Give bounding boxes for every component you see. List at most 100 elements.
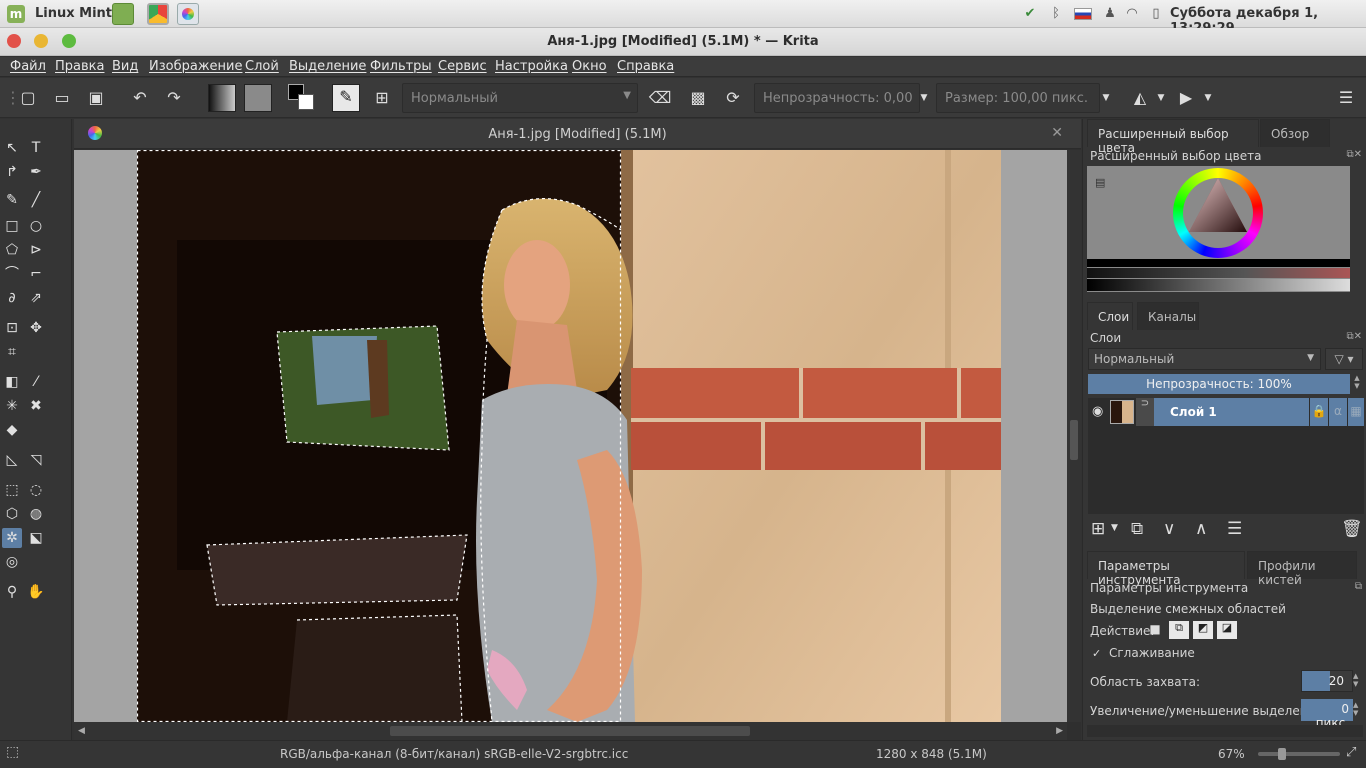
menu-image[interactable]: Изображение: [149, 59, 242, 74]
fuzziness-slider[interactable]: 20: [1301, 670, 1353, 692]
polyline-tool-icon[interactable]: ⊳: [26, 240, 46, 260]
freehand-select-tool-icon[interactable]: ◍: [26, 504, 46, 524]
contiguous-select-tool-icon[interactable]: ✲: [2, 528, 22, 548]
add-selection-icon[interactable]: ◩: [1193, 621, 1213, 639]
mirror-vertical-icon[interactable]: ▶: [1174, 86, 1198, 110]
grow-spin-icon[interactable]: ▲ ▼: [1353, 701, 1358, 717]
brush-presets-grid-icon[interactable]: ⊞: [370, 86, 394, 110]
opacity-field[interactable]: Непрозрачность: 0,00: [754, 83, 920, 113]
tab-overview[interactable]: Обзор: [1260, 119, 1330, 147]
horizontal-scroll-thumb[interactable]: [390, 726, 750, 736]
layer-opacity-slider[interactable]: Непрозрачность: 100%: [1088, 374, 1350, 394]
opacity-spin-icon[interactable]: ▲ ▼: [1351, 374, 1363, 394]
save-document-icon[interactable]: ▣: [84, 86, 108, 110]
mirror-h-dropdown-icon[interactable]: ▼: [1155, 86, 1167, 110]
menu-edit[interactable]: Правка: [55, 59, 104, 74]
image-size-info[interactable]: 1280 x 848 (5.1M): [876, 747, 987, 761]
add-layer-icon[interactable]: ⊞: [1091, 519, 1105, 539]
menu-file[interactable]: Файл: [10, 59, 46, 74]
menu-select[interactable]: Выделение: [289, 59, 366, 74]
document-tab[interactable]: Аня-1.jpg [Modified] (5.1M) ✕: [74, 119, 1081, 149]
antialias-checkbox[interactable]: ✓: [1092, 647, 1101, 660]
hue-ring[interactable]: [1173, 168, 1263, 258]
measure-tool-icon[interactable]: ◺: [2, 450, 22, 470]
bluetooth-icon[interactable]: ᛒ: [1048, 6, 1064, 22]
polygon-tool-icon[interactable]: ⬠: [2, 240, 22, 260]
layer-lock-icon[interactable]: 🔒: [1310, 398, 1328, 426]
zoom-slider-handle[interactable]: [1278, 748, 1286, 760]
mint-menu-icon[interactable]: m: [7, 5, 25, 23]
tool-options-float-icon[interactable]: ⧉: [1355, 581, 1362, 592]
select-shapes-tool-icon[interactable]: ↖: [2, 138, 22, 158]
fg-bg-color-icon[interactable]: [288, 84, 316, 112]
mint-menu-label[interactable]: Linux Mint: [35, 6, 112, 21]
pattern-picker-icon[interactable]: [244, 84, 272, 112]
color-picker-tool-icon[interactable]: ⁄: [26, 372, 46, 392]
move-layer-up-icon[interactable]: ∧: [1195, 519, 1207, 539]
tab-brush-profiles[interactable]: Профили кистей: [1247, 551, 1357, 587]
line-tool-icon[interactable]: ╱: [26, 190, 46, 210]
shield-icon[interactable]: ✔: [1022, 6, 1038, 22]
new-document-icon[interactable]: ▢: [16, 86, 40, 110]
pan-tool-icon[interactable]: ✋: [26, 582, 46, 602]
duplicate-layer-icon[interactable]: ⧉: [1131, 519, 1143, 539]
intersect-selection-icon[interactable]: ⧉: [1169, 621, 1189, 639]
selection-status-icon[interactable]: ⬚: [6, 744, 19, 760]
rectangle-tool-icon[interactable]: □: [2, 216, 22, 236]
layer-name[interactable]: Слой 1: [1154, 398, 1309, 426]
zoom-tool-icon[interactable]: ⚲: [2, 582, 22, 602]
tab-layers[interactable]: Слои: [1087, 302, 1133, 330]
calligraphy-tool-icon[interactable]: ✒: [26, 162, 46, 182]
zoom-slider[interactable]: [1258, 748, 1340, 760]
layer-blend-mode-select[interactable]: Нормальный ▼: [1088, 348, 1321, 370]
text-tool-icon[interactable]: T: [26, 138, 46, 158]
user-icon[interactable]: ♟: [1102, 6, 1118, 22]
reload-preset-icon[interactable]: ⟳: [721, 86, 745, 110]
inherit-alpha-icon[interactable]: ▦: [1348, 398, 1364, 426]
move-layer-down-icon[interactable]: ∨: [1163, 519, 1175, 539]
canvas-horizontal-scrollbar[interactable]: ◀ ▶: [74, 722, 1067, 740]
grow-field[interactable]: 0 пикс.: [1301, 699, 1353, 730]
tab-tool-options[interactable]: Параметры инструмента: [1087, 551, 1245, 587]
add-layer-dropdown-icon[interactable]: ▼: [1111, 523, 1118, 533]
bezier-tool-icon[interactable]: ⌒: [2, 264, 22, 284]
panel-float-close-icon[interactable]: ⧉✕: [1346, 149, 1362, 160]
replace-selection-icon[interactable]: ■: [1147, 622, 1163, 638]
menu-layer[interactable]: Слой: [245, 59, 279, 74]
menu-tools[interactable]: Сервис: [438, 59, 487, 74]
reference-tool-icon[interactable]: ◹: [26, 450, 46, 470]
multibrush-tool-icon[interactable]: ⇗: [26, 288, 46, 308]
visibility-eye-icon[interactable]: ◉: [1092, 404, 1103, 419]
fill-tool-icon[interactable]: ◆: [2, 420, 22, 440]
tab-channels[interactable]: Каналы: [1137, 302, 1199, 330]
power-icon[interactable]: ▯: [1148, 6, 1164, 22]
menu-window[interactable]: Окно: [572, 59, 607, 74]
scroll-right-icon[interactable]: ▶: [1056, 726, 1063, 736]
gradient-tool-icon[interactable]: ◧: [2, 372, 22, 392]
fuzziness-spin-icon[interactable]: ▲ ▼: [1353, 672, 1358, 688]
close-document-icon[interactable]: ✕: [1051, 125, 1063, 141]
tool-options-scrollbar[interactable]: [1087, 725, 1363, 737]
layer-row[interactable]: ◉ ⊃ Слой 1 🔒 α ▦: [1088, 398, 1364, 426]
zoom-level[interactable]: 67%: [1218, 747, 1245, 761]
show-desktop-icon[interactable]: [112, 3, 134, 25]
rotate-view-icon[interactable]: ⤢: [1346, 745, 1356, 760]
dynamic-brush-tool-icon[interactable]: ∂: [2, 288, 22, 308]
menu-settings[interactable]: Настройка: [495, 59, 568, 74]
brush-preset-icon[interactable]: ✎: [332, 84, 360, 112]
brush-tool-icon[interactable]: ✎: [2, 190, 22, 210]
assistant-tool-icon[interactable]: ✳: [2, 396, 22, 416]
delete-layer-icon[interactable]: 🗑: [1341, 519, 1363, 539]
transform-tool-icon[interactable]: ⊡: [2, 318, 22, 338]
layers-float-close-icon[interactable]: ⧉✕: [1346, 331, 1362, 342]
canvas-image[interactable]: [137, 150, 1001, 722]
canvas-vertical-scrollbar[interactable]: [1067, 150, 1081, 722]
layer-selection-mask-icon[interactable]: ⊃: [1136, 398, 1154, 426]
crop-tool-icon[interactable]: ⌗: [2, 342, 22, 362]
menu-filter[interactable]: Фильтры: [370, 59, 432, 74]
polygon-select-tool-icon[interactable]: ⬡: [2, 504, 22, 524]
size-field[interactable]: Размер: 100,00 пикс.: [936, 83, 1100, 113]
color-selector-menu-icon[interactable]: ▤: [1095, 176, 1105, 189]
color-selector-widget[interactable]: ▤: [1087, 166, 1350, 292]
mirror-horizontal-icon[interactable]: ◭: [1128, 86, 1152, 110]
